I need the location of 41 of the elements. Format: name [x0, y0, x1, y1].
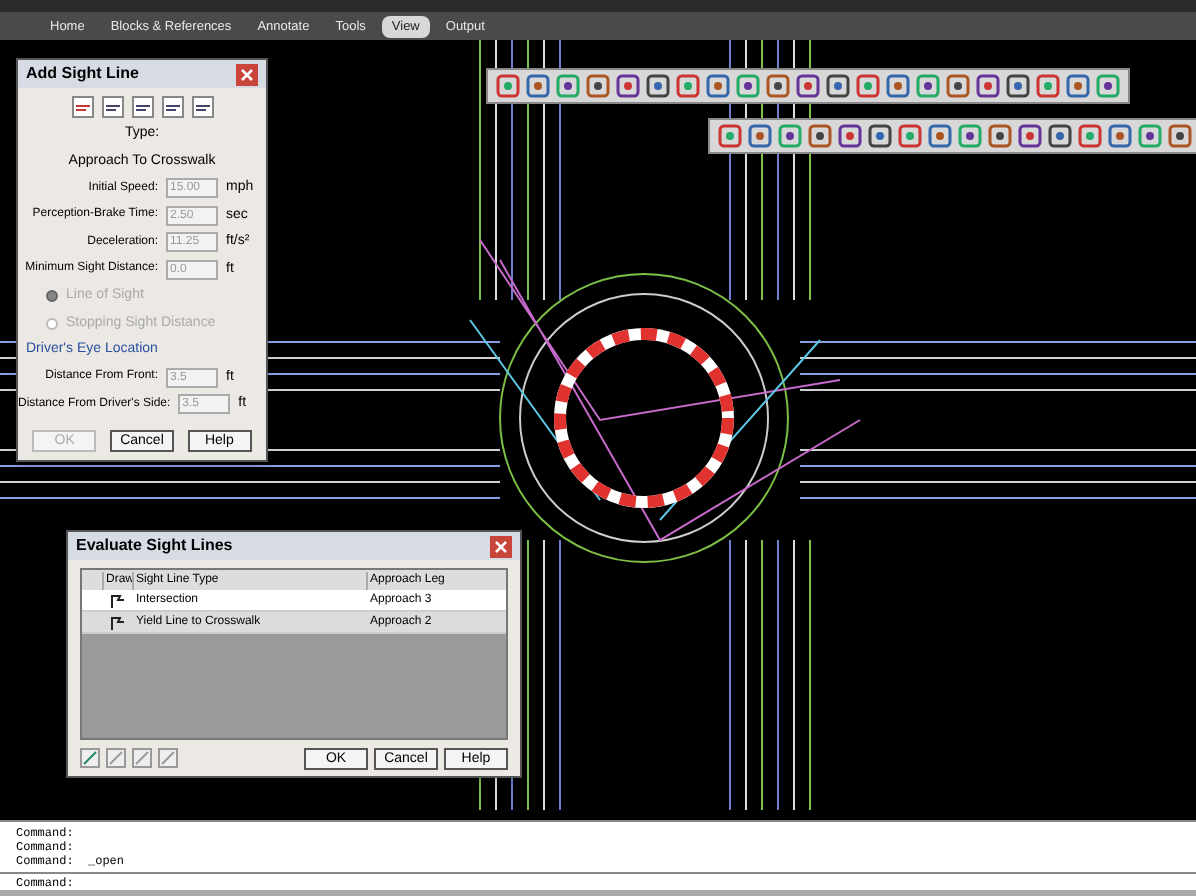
tool-icon[interactable]: [778, 124, 802, 148]
close-icon: [494, 539, 508, 553]
tool-icon[interactable]: [1066, 74, 1090, 98]
tool-icon[interactable]: [646, 74, 670, 98]
close-icon: [240, 67, 254, 81]
tool-icon[interactable]: [826, 74, 850, 98]
tool-icon[interactable]: [838, 124, 862, 148]
tool-icon[interactable]: [1096, 74, 1120, 98]
tool-icon[interactable]: [556, 74, 580, 98]
tool-icon[interactable]: [1168, 124, 1192, 148]
tool-icon[interactable]: [101, 96, 123, 118]
tool-icon[interactable]: [916, 74, 940, 98]
tool-icon[interactable]: [928, 124, 952, 148]
close-button[interactable]: [490, 535, 512, 557]
tool-icon[interactable]: [71, 96, 93, 118]
tool-icon[interactable]: [988, 124, 1012, 148]
tool-icon[interactable]: [161, 96, 183, 118]
tool-icon[interactable]: [1006, 74, 1030, 98]
tool-icon[interactable]: [946, 74, 970, 98]
close-button[interactable]: [236, 63, 258, 85]
window-title: Add Sight Line: [26, 62, 139, 86]
tool-icon[interactable]: [766, 74, 790, 98]
tool-icon[interactable]: [1138, 124, 1162, 148]
tool-icon[interactable]: [616, 74, 640, 98]
tool-icon[interactable]: [191, 96, 213, 118]
tool-icon[interactable]: [808, 124, 832, 148]
tool-icon[interactable]: [748, 124, 772, 148]
tool-icon[interactable]: [586, 74, 610, 98]
tool-icon[interactable]: [796, 74, 820, 98]
tool-icon[interactable]: [1018, 124, 1042, 148]
tool-icon[interactable]: [736, 74, 760, 98]
tool-icon[interactable]: [526, 74, 550, 98]
tool-icon[interactable]: [706, 74, 730, 98]
tool-icon[interactable]: [868, 124, 892, 148]
tool-icon[interactable]: [886, 74, 910, 98]
tool-icon[interactable]: [1108, 124, 1132, 148]
tool-icon[interactable]: [131, 96, 153, 118]
tool-icon[interactable]: [1048, 124, 1072, 148]
tool-icon[interactable]: [958, 124, 982, 148]
window-title: Evaluate Sight Lines: [76, 534, 233, 558]
tool-icon[interactable]: [976, 74, 1000, 98]
